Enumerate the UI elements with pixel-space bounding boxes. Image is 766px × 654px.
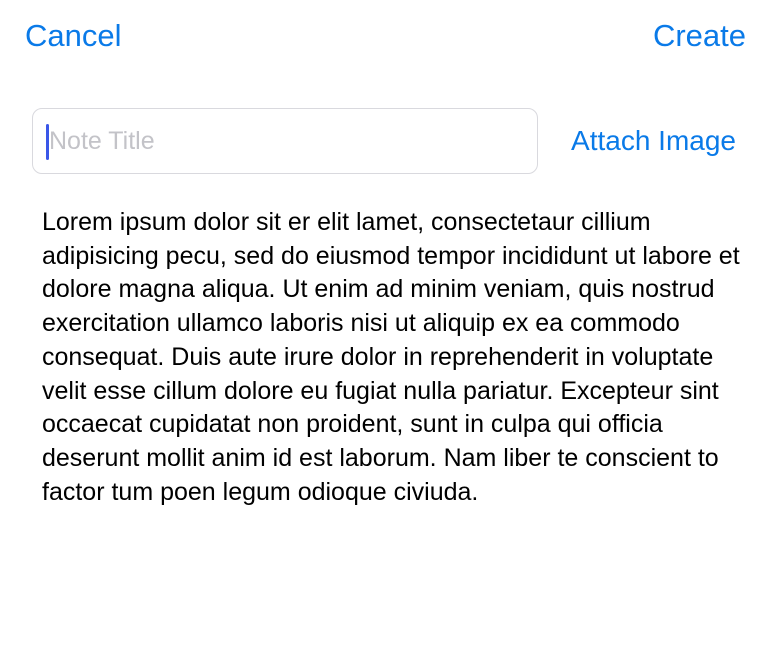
note-title-row: Attach Image bbox=[32, 108, 746, 176]
note-title-input[interactable] bbox=[49, 109, 529, 173]
note-title-field[interactable] bbox=[32, 108, 538, 174]
note-body-text[interactable]: Lorem ipsum dolor sit er elit lamet, con… bbox=[42, 206, 742, 509]
create-button[interactable]: Create bbox=[653, 15, 746, 57]
cancel-button[interactable]: Cancel bbox=[25, 15, 122, 57]
attach-image-button[interactable]: Attach Image bbox=[571, 121, 736, 161]
